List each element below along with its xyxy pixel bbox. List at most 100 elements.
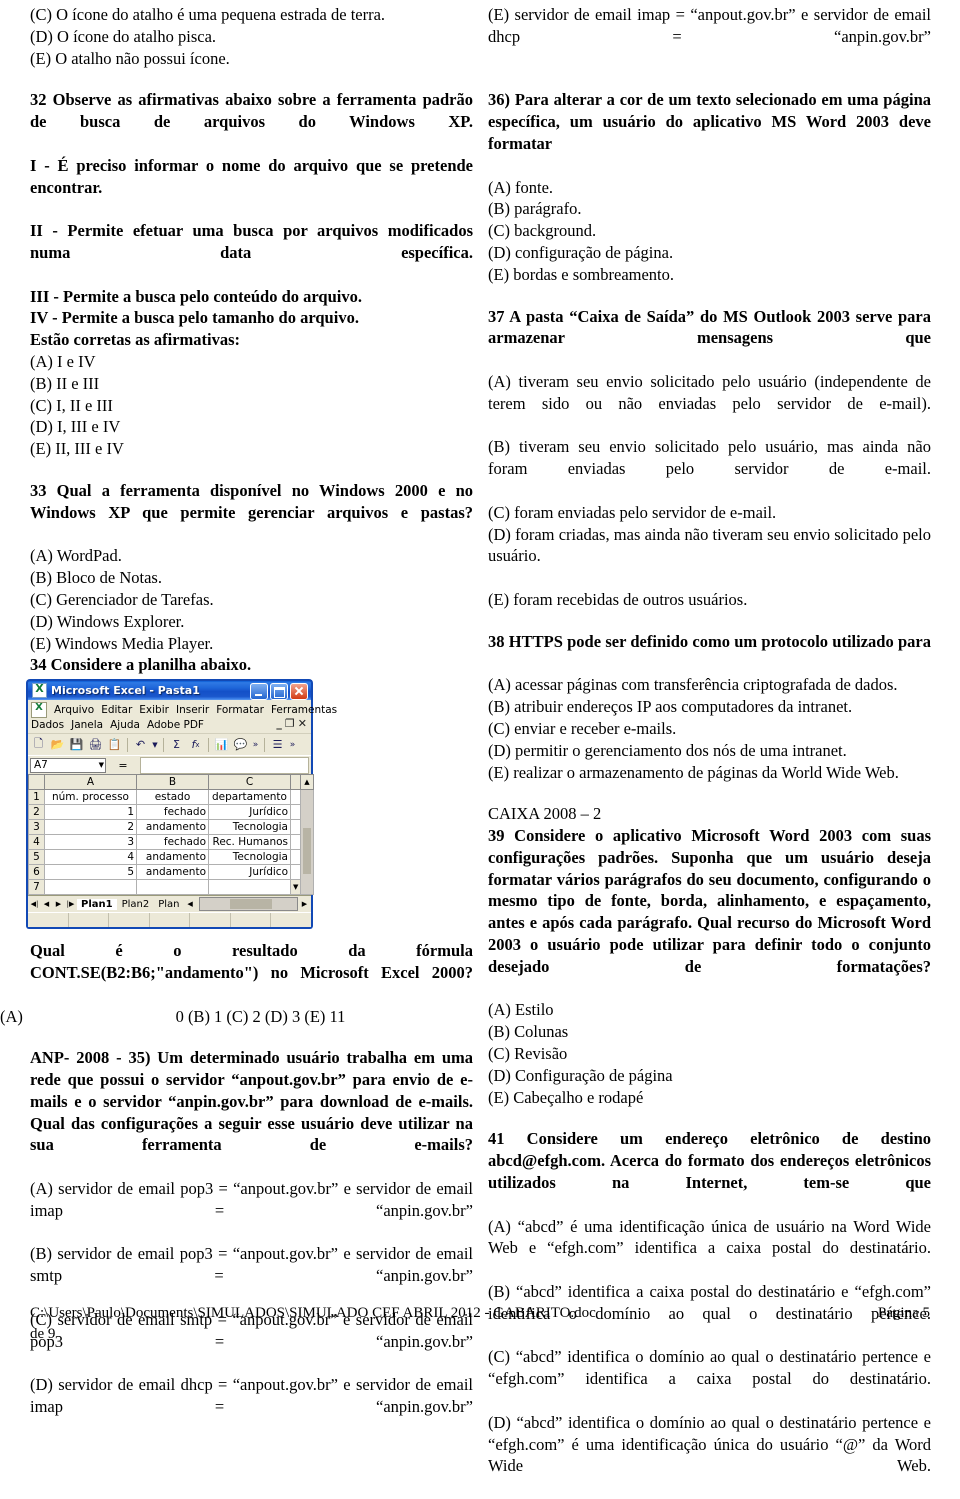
chart-wizard-icon[interactable]: 📊 [213,736,230,753]
row-header[interactable]: 2 [28,804,45,821]
cell-b6[interactable]: andamento [136,864,209,881]
sheet-tab-plan1[interactable]: Plan1 [77,898,117,910]
sheet-tab-plan2[interactable]: Plan2 [118,899,154,910]
cell-a7-selected[interactable] [44,879,137,896]
menu-editar[interactable]: Editar [101,703,132,717]
cell-d3[interactable] [290,819,301,836]
cell-c6[interactable]: Jurídico [208,864,291,881]
prev-sheet-icon[interactable]: ◀ [41,900,52,908]
cell-a6[interactable]: 5 [44,864,137,881]
cell-c3[interactable]: Tecnologia [208,819,291,836]
status-cell [231,913,272,928]
menu-arquivo[interactable]: Arquivo [54,703,94,717]
undo-icon[interactable]: ↶ [132,736,149,753]
menu-inserir[interactable]: Inserir [176,703,209,717]
horizontal-scrollbar[interactable] [198,897,298,912]
row-header[interactable]: 5 [28,849,45,866]
vertical-scrollbar[interactable] [300,789,314,896]
question-32-statement-2: II - Permite efetuar uma busca por arqui… [30,221,473,262]
formula-input[interactable] [140,756,309,774]
menu-formatar[interactable]: Formatar [216,703,264,717]
hscroll-right-icon[interactable]: ▶ [299,900,310,908]
cell-c2[interactable]: Jurídico [208,804,291,821]
cell-b3[interactable]: andamento [136,819,209,836]
cell-d5[interactable] [290,849,301,866]
column-header-d[interactable] [290,774,301,791]
page-footer: C:\Users\Paulo\Documents\SIMULADOS\SIMUL… [30,1303,930,1345]
cell-a4[interactable]: 3 [44,834,137,851]
cell-a1[interactable]: núm. processo [44,789,137,806]
column-header-a[interactable]: A [44,774,137,791]
cell-b2[interactable]: fechado [136,804,209,821]
next-sheet-icon[interactable]: ▶ [53,900,64,908]
cell-c1[interactable]: departamento [208,789,291,806]
question-33-option-a: (A) WordPad. [30,546,122,566]
name-box-chevron-down-icon[interactable]: ▼ [99,761,104,769]
cell-c5[interactable]: Tecnologia [208,849,291,866]
cell-d6[interactable] [290,864,301,881]
column-header-b[interactable]: B [136,774,209,791]
cell-b7[interactable] [136,879,209,896]
question-36-option-b: (B) parágrafo. [488,199,582,219]
scroll-down-arrow-icon[interactable]: ▼ [290,879,301,896]
cell-a3[interactable]: 2 [44,819,137,836]
minimize-button[interactable] [250,683,268,701]
cell-d4[interactable] [290,834,301,851]
two-column-body: (C) O ícone do atalho é uma pequena estr… [0,0,960,1475]
menu-ajuda[interactable]: Ajuda [110,718,140,732]
question-41-option-a: (A) “abcd” é uma identificação única de … [488,1216,931,1258]
cell-b1[interactable]: estado [136,789,209,806]
close-button[interactable] [290,683,308,701]
formula-equals-icon[interactable]: = [108,757,138,773]
sheet-tab-plan3[interactable]: Plan [154,899,183,910]
cell-c4[interactable]: Rec. Humanos [208,834,291,851]
cell-b5[interactable]: andamento [136,849,209,866]
row-header[interactable]: 1 [28,789,45,806]
new-doc-icon[interactable]: 🗋 [30,736,47,753]
scrollbar-thumb[interactable] [303,828,311,875]
row-header[interactable]: 4 [28,834,45,851]
first-sheet-icon[interactable]: ◀| [29,900,40,908]
toolbar-overflow-icon-2[interactable]: » [288,736,297,753]
scroll-up-arrow-icon[interactable]: ▲ [300,774,314,791]
help-icon[interactable]: 💬 [232,736,249,753]
print-preview-icon[interactable]: 📋 [106,736,123,753]
last-sheet-icon[interactable]: |▶ [65,900,76,908]
cell-a5[interactable]: 4 [44,849,137,866]
hscroll-left-icon[interactable]: ◀ [185,900,196,908]
column-header-c[interactable]: C [208,774,291,791]
menu-adobe-pdf[interactable]: Adobe PDF [147,718,204,732]
doc-close-icon[interactable]: ✕ [298,717,307,731]
doc-restore-icon[interactable]: ❐ [285,717,295,731]
menu-exibir[interactable]: Exibir [139,703,169,717]
maximize-button[interactable] [270,683,288,701]
question-33-option-d: (D) Windows Explorer. [30,611,185,631]
hscrollbar-thumb[interactable] [229,899,272,910]
print-icon[interactable]: 🖨 [87,736,104,753]
autosum-icon[interactable]: Σ [168,736,185,753]
cell-a2[interactable]: 1 [44,804,137,821]
undo-dropdown-icon[interactable]: ▼ [151,736,159,753]
row-header[interactable]: 6 [28,864,45,881]
menu-dados[interactable]: Dados [31,718,64,732]
column-header-row: A B C ▲ [28,774,314,791]
menu-janela[interactable]: Janela [71,718,103,732]
save-disk-icon[interactable]: 💾 [68,736,85,753]
doc-minimize-icon[interactable]: _ [276,717,282,731]
row-header[interactable]: 7 [28,879,45,896]
row-header[interactable]: 3 [28,819,45,836]
cell-b4[interactable]: fechado [136,834,209,851]
menu-ferramentas[interactable]: Ferramentas [271,703,337,717]
function-icon[interactable]: fx [187,736,204,753]
align-icon[interactable]: ☰ [269,736,286,753]
select-all-corner[interactable] [28,774,45,791]
cell-c7[interactable] [208,879,291,896]
cell-d1[interactable] [290,789,301,806]
name-box[interactable]: A7 ▼ [30,757,106,773]
cell-d2[interactable] [290,804,301,821]
toolbar-overflow-icon[interactable]: » [251,736,260,753]
open-folder-icon[interactable]: 📂 [49,736,66,753]
workbook-icon [31,701,47,719]
question-32-option-e: (E) II, III e IV [30,439,124,459]
